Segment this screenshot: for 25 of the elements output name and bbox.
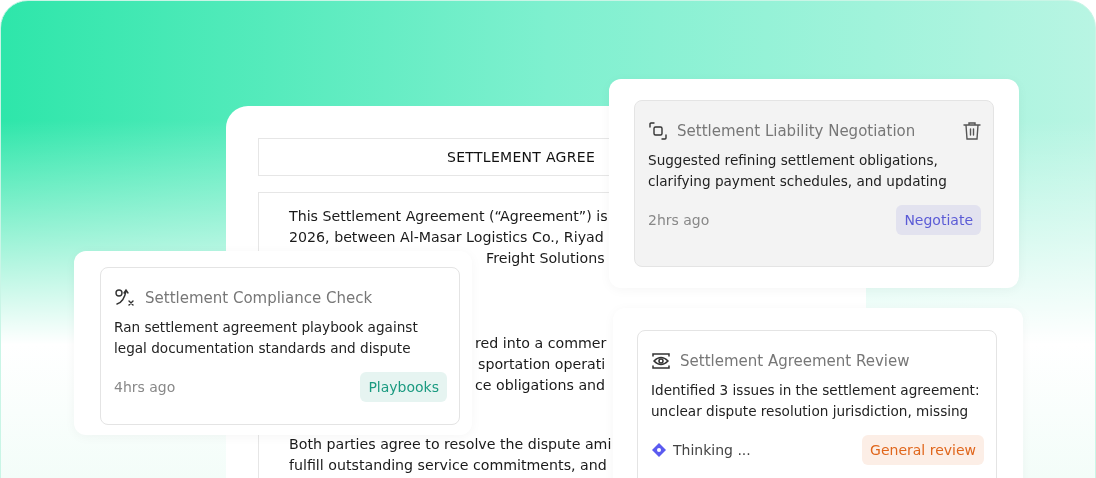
- category-tag[interactable]: Negotiate: [896, 205, 981, 235]
- document-text-line: Both parties agree to resolve the dispute ami: [289, 435, 612, 454]
- card-title: Settlement Liability Negotiation: [677, 122, 917, 140]
- activity-card[interactable]: Settlement Agreement Review Identified 3 issues in the settlement agreement: unclear dispute resolution jurisdiction, missing Thinking ... General review: [637, 330, 997, 478]
- timestamp: 4hrs ago: [114, 379, 176, 395]
- activity-card[interactable]: Settlement Liability Negotiation Suggested refining settlement obligations, clarifying payment schedules, and updating 2hrs ago Negotiate: [634, 100, 994, 267]
- route-icon: [114, 288, 136, 308]
- diamond-icon: [651, 442, 667, 458]
- document-text-line: ce obligations and: [475, 376, 606, 395]
- status-text: Thinking ...: [673, 442, 751, 458]
- card-description: Identified 3 issues in the settlement agreement: unclear dispute resolution jurisdiction, missing: [651, 381, 981, 421]
- frames-icon: [648, 121, 668, 141]
- document-text-line: 2026, between Al-Masar Logistics Co., Riyad: [289, 228, 604, 247]
- eye-icon: [651, 351, 671, 371]
- document-text-line: sportation operati: [478, 355, 606, 374]
- document-text-line: red into a commer: [475, 334, 607, 353]
- timestamp: 2hrs ago: [648, 212, 710, 228]
- card-title: Settlement Agreement Review: [680, 352, 911, 370]
- document-text-line: This Settlement Agreement (“Agreement”) is: [289, 207, 608, 226]
- activity-card[interactable]: Settlement Compliance Check Ran settlement agreement playbook against legal documentation standards and dispute 4hrs ago Playbooks: [100, 267, 460, 425]
- document-text-line: Freight Solutions: [486, 249, 605, 268]
- card-description: Ran settlement agreement playbook against legal documentation standards and dispute: [114, 318, 419, 358]
- delete-icon[interactable]: [963, 121, 981, 141]
- document-text-line: fulfill outstanding service commitments, and: [289, 456, 607, 475]
- card-title: Settlement Compliance Check: [145, 289, 374, 307]
